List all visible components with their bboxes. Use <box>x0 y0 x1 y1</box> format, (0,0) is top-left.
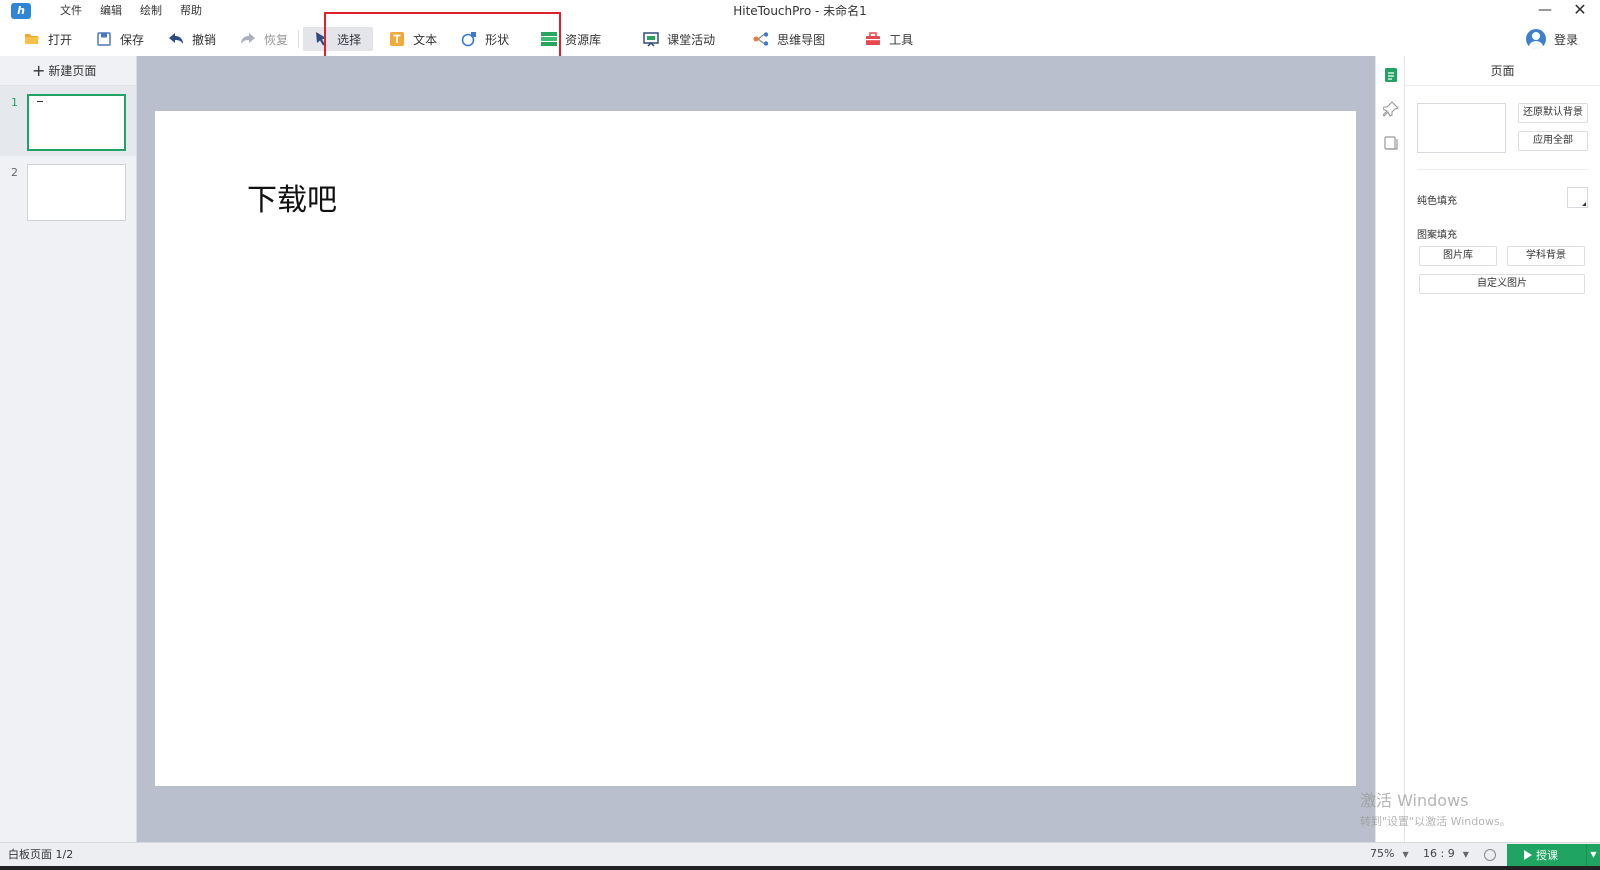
caret-down-icon: ▼ <box>1402 850 1409 859</box>
cursor-arrow-icon <box>313 31 329 47</box>
subject-background-button[interactable]: 学科背景 <box>1507 246 1585 266</box>
thumbnail-preview <box>27 164 126 221</box>
library-label: 资源库 <box>565 32 602 47</box>
settings-icon[interactable] <box>1484 849 1496 861</box>
text-label: 文本 <box>413 32 438 47</box>
aspect-ratio-dropdown[interactable]: 16 : 9 ▼ <box>1423 842 1469 867</box>
shape-label: 形状 <box>485 32 510 47</box>
pin-tab[interactable] <box>1376 92 1406 126</box>
teach-options-dropdown[interactable]: ▼ <box>1586 844 1600 866</box>
pin-icon <box>1383 101 1399 117</box>
redo-label: 恢复 <box>264 32 289 47</box>
save-icon <box>96 31 112 47</box>
window-title: HiteTouchPro - 未命名1 <box>733 4 867 18</box>
library-icon <box>541 31 558 47</box>
pattern-fill-label: 图案填充 <box>1417 230 1457 241</box>
menu-edit[interactable]: 编辑 <box>91 0 131 22</box>
save-label: 保存 <box>120 32 145 47</box>
undo-button[interactable]: 撤销 <box>162 27 222 51</box>
page-thumbnail-panel: + 新建页面 1 2 <box>0 56 137 842</box>
custom-image-button[interactable]: 自定义图片 <box>1419 274 1585 294</box>
library-button[interactable]: 资源库 <box>535 27 607 51</box>
page-thumbnail-2[interactable]: 2 <box>0 156 136 226</box>
select-button[interactable]: 选择 <box>303 27 374 51</box>
panel-title: 页面 <box>1405 56 1600 86</box>
background-preview <box>1417 103 1506 153</box>
toolbox-icon <box>865 31 881 47</box>
menu-help[interactable]: 帮助 <box>171 0 211 22</box>
plus-icon: + <box>32 60 46 80</box>
menu-file[interactable]: 文件 <box>51 0 91 22</box>
status-bar: 白板页面 1/2 75% ▼ 16 : 9 ▼ 授课 ▼ <box>0 842 1600 866</box>
activity-button[interactable]: 课堂活动 <box>637 27 721 51</box>
undo-label: 撤销 <box>192 32 217 47</box>
page-doc-icon <box>1385 68 1397 82</box>
restore-default-background-button[interactable]: 还原默认背景 <box>1518 103 1588 123</box>
minimize-button[interactable]: — <box>1530 0 1560 22</box>
menu-bar: 文件 编辑 绘制 帮助 <box>51 0 211 22</box>
thumbnail-preview <box>27 94 126 151</box>
page-thumbnail-1[interactable]: 1 <box>0 86 136 156</box>
activity-label: 课堂活动 <box>667 32 716 47</box>
whiteboard-slide[interactable]: 下载吧 <box>155 111 1356 786</box>
text-box-icon <box>389 31 405 47</box>
caret-down-icon: ▼ <box>1462 850 1469 859</box>
new-page-label: 新建页面 <box>48 64 97 78</box>
undo-icon <box>168 31 184 47</box>
page-properties-panel: 页面 还原默认背景 应用全部 纯色填充 图案填充 图片库 学科背景 自定义图片 <box>1405 56 1600 842</box>
layers-tab[interactable] <box>1376 126 1406 160</box>
new-page-button[interactable]: + 新建页面 <box>0 56 136 86</box>
select-label: 选择 <box>337 32 362 47</box>
zoom-value: 75% <box>1370 847 1395 860</box>
layers-icon <box>1384 136 1398 150</box>
image-gallery-button[interactable]: 图片库 <box>1419 246 1497 266</box>
text-button[interactable]: 文本 <box>383 27 443 51</box>
canvas-area: 下载吧 <box>137 56 1375 842</box>
page-properties-tab[interactable] <box>1376 58 1406 92</box>
folder-open-icon <box>24 31 40 47</box>
toolbar-separator <box>298 30 300 48</box>
properties-tab-strip <box>1375 56 1405 842</box>
taskbar-edge <box>0 866 1600 870</box>
page-number: 2 <box>11 166 18 179</box>
tools-button[interactable]: 工具 <box>859 27 919 51</box>
teach-label: 授课 <box>1536 849 1558 862</box>
open-label: 打开 <box>48 32 73 47</box>
title-bar: h 文件 编辑 绘制 帮助 HiteTouchPro - 未命名1 — ✕ <box>0 0 1600 22</box>
redo-button[interactable]: 恢复 <box>234 27 294 51</box>
login-label: 登录 <box>1553 32 1578 47</box>
page-number: 1 <box>11 96 18 109</box>
play-icon <box>1524 850 1532 860</box>
ratio-value: 16 : 9 <box>1423 847 1455 860</box>
section-divider <box>1417 169 1588 170</box>
login-button[interactable]: 登录 <box>1525 22 1578 56</box>
mindmap-icon <box>753 31 769 47</box>
mindmap-button[interactable]: 思维导图 <box>747 27 831 51</box>
user-avatar-icon <box>1525 29 1546 49</box>
thumbnail-text-mark <box>37 101 43 102</box>
solid-fill-label: 纯色填充 <box>1417 196 1457 207</box>
main-toolbar: 打开 保存 撤销 恢复 选择 文本 形状 资源库 课堂活动 思维导图 工具 登录 <box>0 22 1600 56</box>
mindmap-label: 思维导图 <box>777 32 826 47</box>
save-button[interactable]: 保存 <box>90 27 150 51</box>
classroom-board-icon <box>643 31 659 47</box>
redo-icon <box>240 31 256 47</box>
zoom-dropdown[interactable]: 75% ▼ <box>1370 842 1409 867</box>
shape-icon <box>461 31 477 47</box>
shape-button[interactable]: 形状 <box>455 27 515 51</box>
apply-all-button[interactable]: 应用全部 <box>1518 131 1588 151</box>
page-info: 白板页面 1/2 <box>8 847 74 861</box>
fill-color-picker[interactable] <box>1567 187 1588 208</box>
tools-label: 工具 <box>889 32 914 47</box>
app-logo-icon: h <box>11 3 31 19</box>
slide-text-box[interactable]: 下载吧 <box>247 175 337 219</box>
close-button[interactable]: ✕ <box>1565 0 1595 22</box>
open-button[interactable]: 打开 <box>18 27 78 51</box>
menu-draw[interactable]: 绘制 <box>131 0 171 22</box>
start-teaching-button[interactable]: 授课 ▼ <box>1507 844 1600 866</box>
